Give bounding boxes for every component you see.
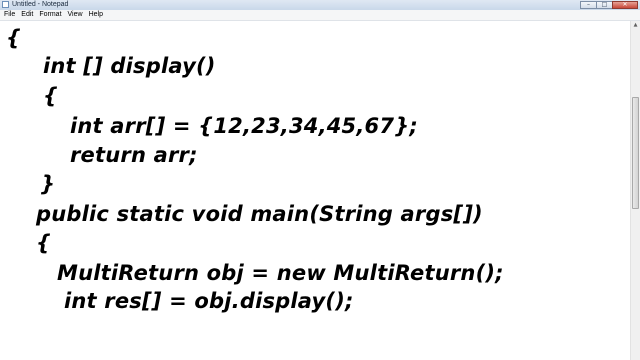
minimize-button[interactable]: – bbox=[580, 1, 597, 9]
code-line-9: MultiReturn obj = new MultiReturn(); bbox=[57, 261, 504, 285]
code-line-7: public static void main(String args[]) bbox=[36, 202, 483, 226]
code-line-5: return arr; bbox=[70, 143, 198, 167]
window-controls: – □ ✕ bbox=[580, 1, 638, 9]
code-line-10: int res[] = obj.display(); bbox=[64, 289, 354, 313]
code-line-8: { bbox=[36, 231, 52, 255]
code-line-2: int [] display() bbox=[43, 54, 216, 78]
notepad-window: Untitled - Notepad – □ ✕ File Edit Forma… bbox=[0, 0, 640, 360]
code-line-4: int arr[] = {12,23,34,45,67}; bbox=[70, 114, 418, 138]
code-line-3: { bbox=[43, 84, 59, 108]
notepad-app-icon[interactable] bbox=[2, 1, 9, 8]
code-line-6: } bbox=[40, 172, 56, 196]
menu-help[interactable]: Help bbox=[86, 10, 106, 20]
code-line-1: { bbox=[6, 26, 22, 50]
menu-format[interactable]: Format bbox=[36, 10, 64, 20]
close-button[interactable]: ✕ bbox=[612, 1, 638, 9]
scrollbar-thumb[interactable] bbox=[632, 97, 639, 209]
menu-edit[interactable]: Edit bbox=[18, 10, 36, 20]
maximize-button[interactable]: □ bbox=[596, 1, 613, 9]
window-title: Untitled - Notepad bbox=[12, 1, 69, 8]
text-editor-area[interactable]: { int [] display() { int arr[] = {12,23,… bbox=[0, 21, 630, 360]
scroll-up-arrow-icon[interactable]: ▲ bbox=[631, 21, 640, 30]
menu-file[interactable]: File bbox=[0, 10, 18, 20]
vertical-scrollbar[interactable]: ▲ bbox=[630, 21, 640, 360]
menu-view[interactable]: View bbox=[65, 10, 86, 20]
menu-bar: File Edit Format View Help bbox=[0, 10, 640, 21]
